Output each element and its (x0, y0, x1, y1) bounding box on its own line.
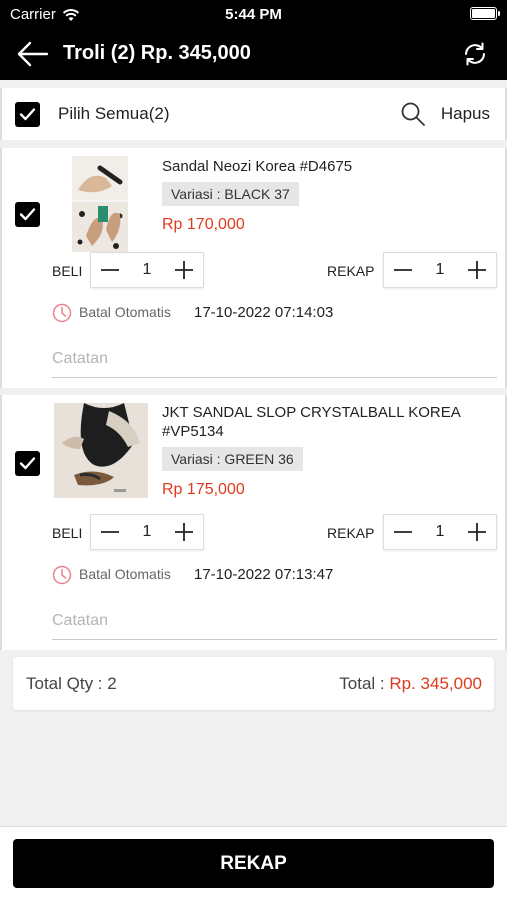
item-checkbox[interactable] (15, 202, 40, 227)
auto-cancel-time: 17-10-2022 07:13:47 (194, 566, 334, 583)
refresh-button[interactable] (461, 40, 489, 68)
quantity-value[interactable]: 1 (422, 523, 458, 541)
clock-time: 5:44 PM (225, 6, 282, 23)
clock-icon (52, 303, 72, 323)
status-bar: Carrier 5:44 PM (0, 0, 507, 28)
back-button[interactable] (16, 38, 50, 70)
rekap-label: REKAP (327, 525, 375, 541)
note-field (52, 604, 497, 640)
decrease-button[interactable] (91, 515, 129, 549)
search-button[interactable] (400, 101, 426, 127)
quantity-value[interactable]: 1 (422, 261, 458, 279)
search-icon (401, 102, 425, 126)
total-summary: Total Qty : 2 Total : Rp. 345,000 (13, 657, 494, 710)
beli-label: BELI (52, 525, 83, 541)
total-quantity: Total Qty : 2 (26, 674, 117, 693)
total-amount: Rp. 345,000 (389, 674, 482, 693)
note-input[interactable] (52, 604, 497, 638)
select-all-checkbox[interactable] (15, 102, 40, 127)
variant-badge: Variasi : GREEN 36 (162, 447, 303, 471)
decrease-button[interactable] (91, 253, 129, 287)
rekap-button[interactable]: REKAP (13, 839, 494, 888)
variant-badge: Variasi : BLACK 37 (162, 182, 299, 206)
plus-icon (468, 523, 486, 541)
footer-bar: REKAP (0, 826, 507, 900)
auto-cancel-time: 17-10-2022 07:14:03 (194, 304, 334, 321)
beli-quantity-stepper: 1 (90, 514, 204, 550)
minus-icon (394, 269, 412, 271)
checkmark-icon (19, 457, 36, 470)
cart-item: JKT SANDAL SLOP CRYSTALBALL KOREA #VP513… (0, 395, 507, 650)
plus-icon (175, 523, 193, 541)
rekap-label: REKAP (327, 263, 375, 279)
quantity-value[interactable]: 1 (129, 261, 165, 279)
minus-icon (101, 269, 119, 271)
cart-item: Sandal Neozi Korea #D4675 Variasi : BLAC… (0, 148, 507, 388)
increase-button[interactable] (165, 515, 203, 549)
plus-icon (175, 261, 193, 279)
plus-icon (468, 261, 486, 279)
checkmark-icon (19, 208, 36, 221)
total-price: Total : Rp. 345,000 (339, 674, 482, 694)
note-input[interactable] (52, 342, 497, 376)
increase-button[interactable] (458, 253, 496, 287)
rekap-quantity-stepper: 1 (383, 252, 497, 288)
increase-button[interactable] (458, 515, 496, 549)
rekap-quantity-stepper: 1 (383, 514, 497, 550)
delete-button[interactable]: Hapus (441, 104, 490, 124)
beli-quantity-stepper: 1 (90, 252, 204, 288)
auto-cancel-label: Batal Otomatis (79, 566, 171, 582)
beli-label: BELI (52, 263, 83, 279)
page-title: Troli (2) Rp. 345,000 (63, 42, 251, 64)
select-all-label[interactable]: Pilih Semua(2) (58, 104, 170, 124)
battery-icon (470, 7, 500, 20)
increase-button[interactable] (165, 253, 203, 287)
arrow-left-icon (17, 41, 49, 67)
product-name[interactable]: JKT SANDAL SLOP CRYSTALBALL KOREA #VP513… (162, 403, 492, 441)
auto-cancel-label: Batal Otomatis (79, 304, 171, 320)
product-price: Rp 175,000 (162, 481, 245, 498)
total-label: Total : (339, 674, 390, 693)
minus-icon (394, 531, 412, 533)
minus-icon (101, 531, 119, 533)
app-bar: Troli (2) Rp. 345,000 (0, 28, 507, 80)
decrease-button[interactable] (384, 253, 422, 287)
product-name[interactable]: Sandal Neozi Korea #D4675 (162, 157, 492, 176)
select-all-bar: Pilih Semua(2) Hapus (0, 88, 507, 140)
quantity-value[interactable]: 1 (129, 523, 165, 541)
product-image[interactable] (54, 403, 148, 498)
clock-icon (52, 565, 72, 585)
sandal-photo (54, 403, 148, 498)
product-image[interactable] (72, 156, 128, 252)
checkmark-icon (19, 108, 36, 121)
product-price: Rp 170,000 (162, 216, 245, 233)
sandal-photo (72, 156, 128, 252)
note-field (52, 342, 497, 378)
item-checkbox[interactable] (15, 451, 40, 476)
decrease-button[interactable] (384, 515, 422, 549)
refresh-icon (465, 42, 485, 66)
